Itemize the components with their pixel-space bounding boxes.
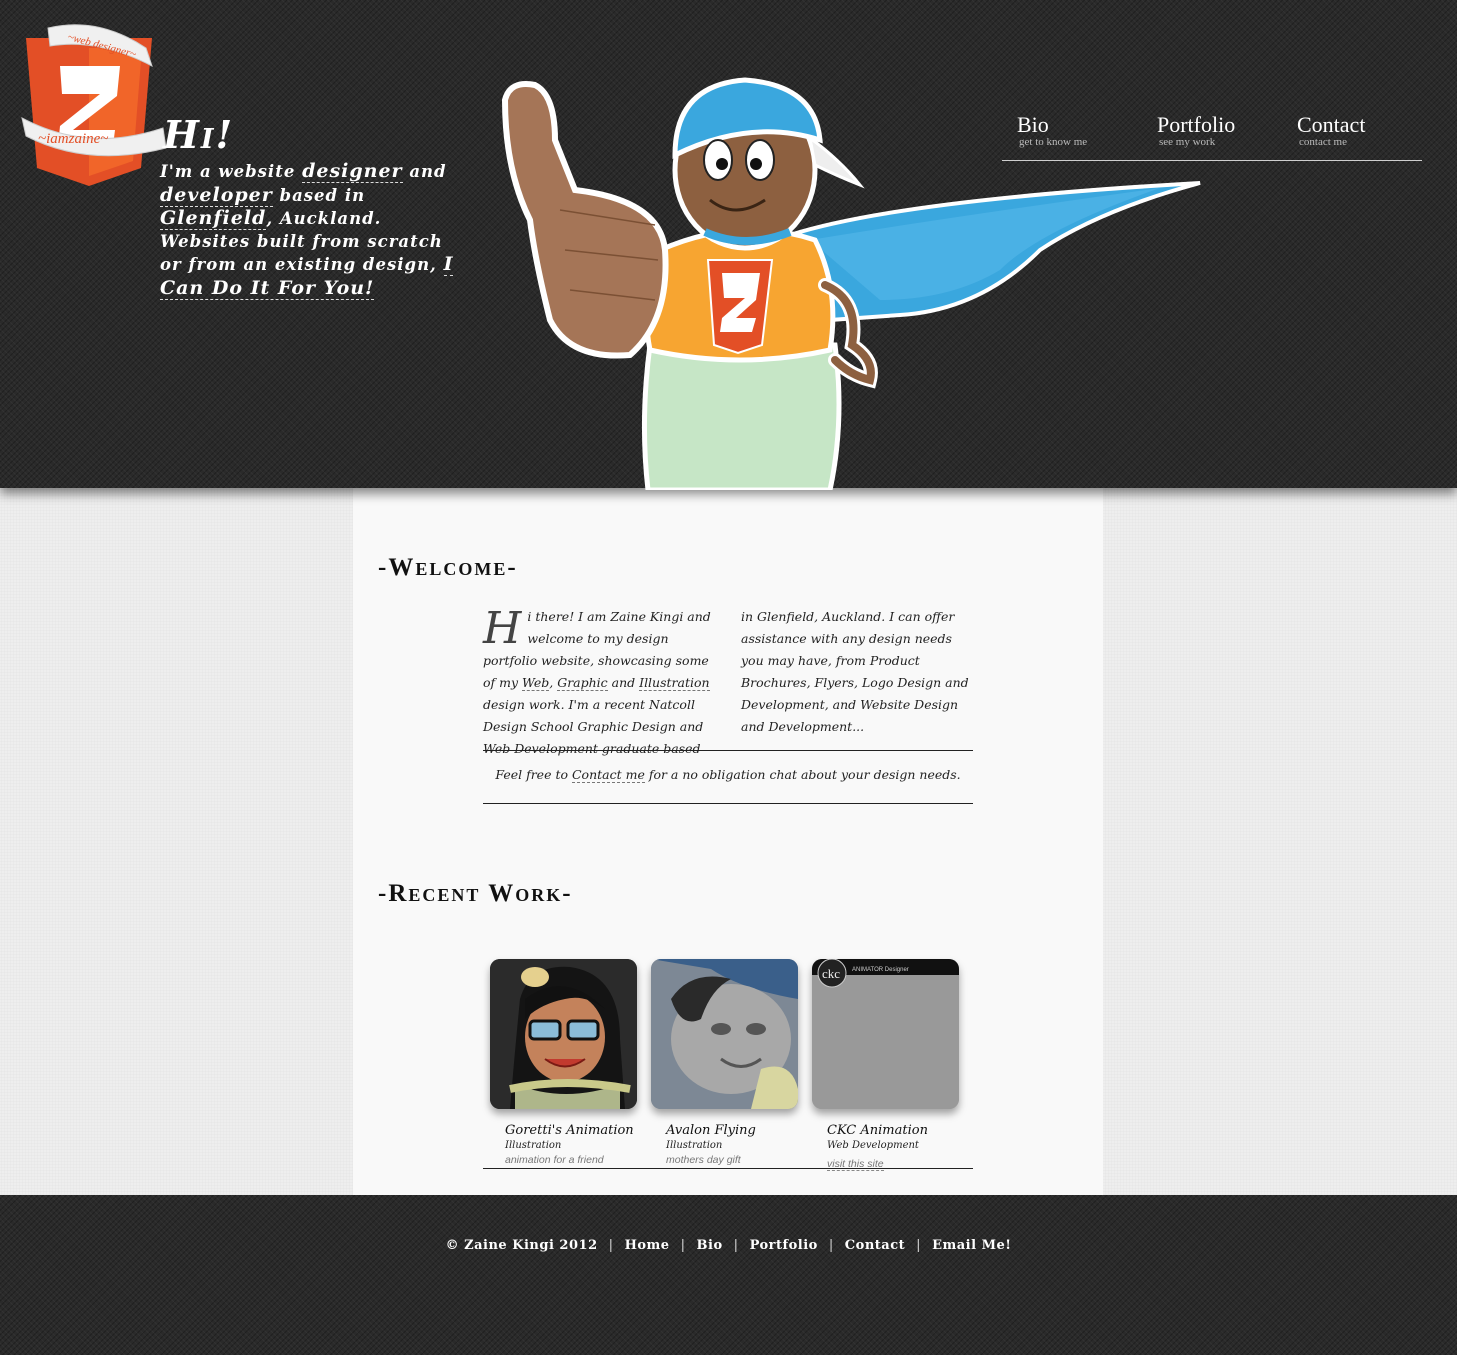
work-item[interactable]: Goretti's Animation Illustration animati…: [490, 959, 637, 1166]
work-title[interactable]: CKC Animation: [827, 1124, 959, 1138]
main-nav: Bio get to know me Portfolio see my work…: [1002, 110, 1422, 161]
web-link[interactable]: Web: [522, 675, 550, 691]
goretti-thumbnail-art: [490, 959, 637, 1109]
ckc-caption: ANIMATOR Designer: [852, 967, 909, 973]
welcome-text: Hi there! I am Zaine Kingi and welcome t…: [483, 603, 969, 757]
site-footer: © Zaine Kingi 2012 | Home | Bio | Portfo…: [0, 1195, 1457, 1355]
nav-bio[interactable]: Bio get to know me: [1017, 113, 1087, 148]
footer-portfolio-link[interactable]: Portfolio: [750, 1238, 818, 1253]
nav-portfolio[interactable]: Portfolio see my work: [1157, 113, 1235, 148]
designer-link[interactable]: designer: [302, 160, 403, 183]
nav-contact[interactable]: Contact contact me: [1297, 113, 1365, 148]
logo-banner-bottom: ~iamzaine~: [38, 131, 108, 147]
copyright: © Zaine Kingi 2012: [445, 1238, 598, 1253]
work-item[interactable]: ckc ANIMATOR Designer CKC Animation Web …: [812, 959, 959, 1171]
visit-site-link[interactable]: visit this site: [827, 1158, 884, 1171]
work-thumbnail[interactable]: [490, 959, 637, 1109]
work-thumbnail[interactable]: ckc ANIMATOR Designer: [812, 959, 959, 1109]
graphic-link[interactable]: Graphic: [557, 675, 608, 691]
welcome-heading: -Welcome-: [378, 554, 518, 581]
ckc-thumbnail-art: ckc ANIMATOR Designer: [812, 959, 959, 1109]
divider: [483, 750, 973, 751]
footer-bio-link[interactable]: Bio: [697, 1238, 723, 1253]
site-header: ~web designer~ ~iamzaine~ Hi! I'm a webs…: [0, 0, 1457, 490]
contact-invite: Feel free to Contact me for a no obligat…: [495, 767, 961, 783]
divider: [483, 803, 973, 804]
illustration-link[interactable]: Illustration: [639, 675, 710, 691]
work-thumbnail[interactable]: [651, 959, 798, 1109]
iamzaine-logo[interactable]: ~web designer~ ~iamzaine~: [18, 18, 168, 193]
divider: [483, 1168, 973, 1169]
work-description: animation for a friend: [505, 1154, 604, 1166]
work-title[interactable]: Avalon Flying: [666, 1124, 798, 1138]
work-category: Illustration: [505, 1140, 562, 1151]
greeting: Hi!: [163, 112, 235, 157]
avalon-thumbnail-art: [651, 959, 798, 1109]
glenfield-link[interactable]: Glenfield: [160, 207, 267, 230]
drop-cap: H: [483, 603, 522, 654]
work-title[interactable]: Goretti's Animation: [505, 1124, 637, 1138]
work-description: mothers day gift: [666, 1154, 741, 1166]
ckc-brand: ckc: [822, 966, 840, 981]
work-category: Web Development: [827, 1140, 919, 1151]
main-content: -Welcome- Hi there! I am Zaine Kingi and…: [353, 488, 1103, 1195]
intro-text: I'm a website designer and developer bas…: [160, 160, 454, 300]
footer-email-link[interactable]: Email Me!: [932, 1238, 1011, 1253]
work-item[interactable]: Avalon Flying Illustration mothers day g…: [651, 959, 798, 1166]
work-category: Illustration: [666, 1140, 723, 1151]
footer-contact-link[interactable]: Contact: [845, 1238, 905, 1253]
contact-me-link[interactable]: Contact me: [571, 767, 645, 783]
recent-work-heading: -Recent Work-: [378, 880, 573, 907]
footer-links: © Zaine Kingi 2012 | Home | Bio | Portfo…: [445, 1238, 1012, 1253]
developer-link[interactable]: developer: [160, 183, 273, 207]
footer-home-link[interactable]: Home: [625, 1238, 670, 1253]
